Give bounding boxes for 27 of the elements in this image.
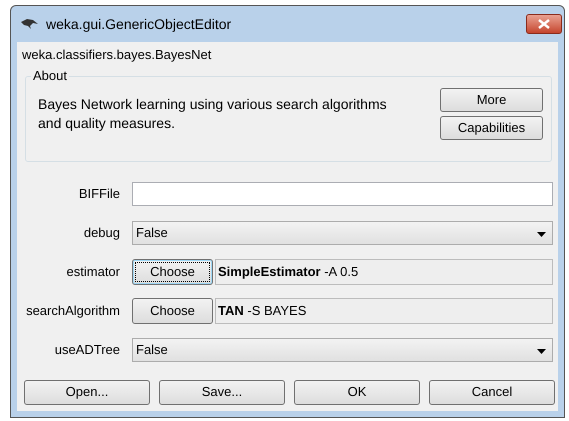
dropdown[interactable]: False [132, 220, 553, 244]
property-label: BIFFile [78, 184, 121, 203]
dropdown[interactable]: False [132, 338, 553, 362]
about-button[interactable]: More [440, 88, 543, 112]
about-description: Bayes Network learning using various search algorithms and quality measures. [38, 94, 388, 132]
choose-button[interactable]: Choose [132, 258, 213, 284]
about-title: About [31, 68, 69, 84]
text-field[interactable] [132, 182, 553, 206]
object-value-field: SimpleEstimator -A 0.5 [215, 258, 553, 284]
caret-icon [537, 232, 546, 237]
dialog-button[interactable]: Cancel [429, 380, 555, 404]
property-label: estimator [66, 262, 121, 281]
property-label: searchAlgorithm [25, 302, 121, 320]
caret-icon [537, 349, 546, 354]
about-button[interactable]: Capabilities [440, 116, 543, 140]
dialog-button[interactable]: OK [294, 380, 420, 404]
bird-icon [21, 19, 38, 29]
property-label: debug [82, 224, 121, 242]
close-button[interactable] [526, 14, 562, 34]
choose-button[interactable]: Choose [132, 298, 213, 324]
dialog-button[interactable]: Open... [24, 380, 150, 404]
dialog-button[interactable]: Save... [159, 380, 285, 404]
window-title: weka.gui.GenericObjectEditor [46, 14, 232, 34]
close-icon [538, 19, 550, 29]
property-label: useADTree [54, 340, 121, 359]
class-name: weka.classifiers.bayes.BayesNet [22, 46, 212, 64]
object-value-field: TAN -S BAYES [215, 298, 553, 324]
